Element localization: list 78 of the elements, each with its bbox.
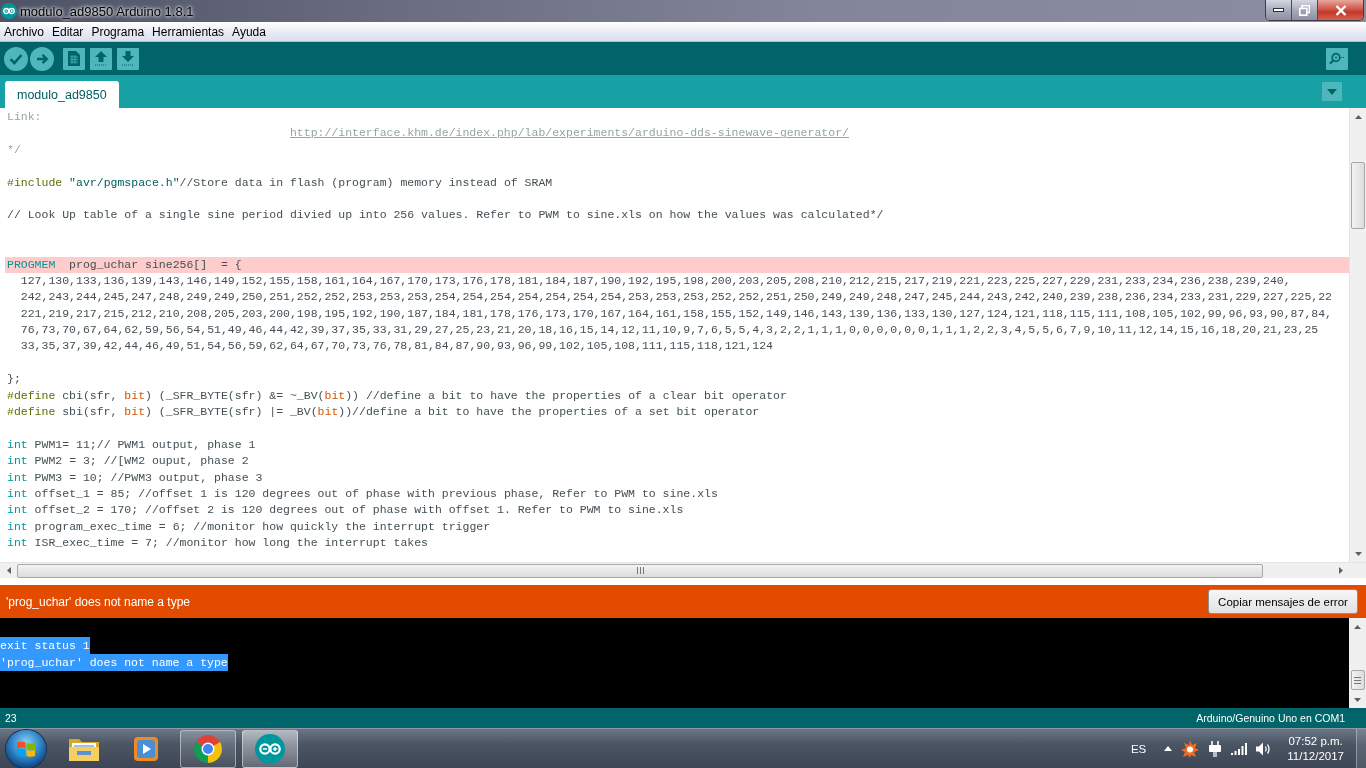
menu-item[interactable]: Archivo bbox=[0, 24, 48, 39]
code-line: int offset_2 = 170; //offset 2 is 120 degrees out of phase with offset 1. Refer to PWM to sine.xls bbox=[6, 502, 685, 519]
play-icon bbox=[133, 735, 159, 762]
verify-button[interactable] bbox=[4, 46, 28, 71]
code-line: 127,130,133,136,139,143,146,149,152,155,158,161,164,167,170,173,176,178,181,184,187,190,192,195,198,200,203,205,208,210,212,215,217,219,221,223,225,227,229,231,233,234,236,238,239,240, bbox=[19, 272, 1292, 289]
error-message: 'prog_uchar' does not name a type bbox=[6, 594, 191, 609]
clock-date[interactable]: 11/12/2017 bbox=[1287, 748, 1344, 764]
code-line: int PWM3 = 10; //PWM3 output, phase 3 bbox=[6, 469, 264, 486]
tab-menu-button[interactable] bbox=[1322, 82, 1342, 101]
arrow-right-icon bbox=[35, 52, 49, 65]
menu-item[interactable]: Ayuda bbox=[228, 24, 270, 39]
caret-down-icon[interactable] bbox=[1354, 697, 1361, 702]
vertical-scrollbar[interactable] bbox=[1349, 618, 1366, 708]
code-line: #include "avr/pgmspace.h"//Store data in flash (program) memory instead of SRAM bbox=[6, 174, 554, 191]
scrollbar-thumb[interactable] bbox=[1351, 162, 1365, 229]
check-icon bbox=[9, 52, 23, 65]
caret-up-icon[interactable] bbox=[1354, 114, 1362, 119]
caret-left-icon[interactable] bbox=[6, 567, 11, 574]
close-icon bbox=[1334, 4, 1347, 16]
starburst-icon[interactable] bbox=[1181, 739, 1200, 758]
new-button[interactable] bbox=[63, 47, 85, 70]
minimize-button[interactable] bbox=[1266, 0, 1292, 20]
code-line: 221,219,217,215,212,210,208,205,203,200,198,195,192,190,187,184,181,178,176,173,170,167,164,161,158,155,152,149,146,143,139,136,133,130,127,124,121,118,115,111,108,105,102,99,96,93,90,87,84, bbox=[19, 305, 1333, 322]
clock-time[interactable]: 07:52 p.m. bbox=[1288, 733, 1343, 749]
code-line: Link: bbox=[6, 109, 43, 125]
segmented-circle-icon bbox=[193, 733, 223, 764]
infinity-logo-icon bbox=[1, 3, 17, 19]
code-line: int program_exec_time = 6; //monitor how quickly the interrupt trigger bbox=[6, 518, 492, 535]
language-indicator[interactable]: ES bbox=[1130, 742, 1147, 755]
code-line: #define sbi(sfr, bit) (_SFR_BYTE(sfr) |= _BV(bit))//define a bit to have the properties of a set bit operator bbox=[6, 404, 761, 421]
caret-right-icon[interactable] bbox=[1338, 567, 1343, 574]
line-number: 23 bbox=[5, 712, 17, 724]
caret-down-icon bbox=[1327, 88, 1337, 95]
arrow-up-icon bbox=[94, 51, 108, 66]
vertical-scrollbar[interactable] bbox=[1349, 108, 1366, 562]
start-button[interactable] bbox=[6, 729, 46, 768]
code-line: 76,73,70,67,64,62,59,56,54,51,49,46,44,42,39,37,35,33,31,29,27,25,23,21,20,18,16,15,14,12,11,10,9,7,6,5,5,4,3,2,2,1,1,1,0,0,0,0,0,0,1,1,1,2,2,3,4,5,5,6,7,9,10,11,12,14,15,16,18,20,21,23,25 bbox=[19, 322, 1320, 339]
code-line: int PWM2 = 3; //[WM2 ouput, phase 2 bbox=[6, 453, 250, 470]
taskbar-button[interactable] bbox=[180, 729, 236, 768]
speaker-icon[interactable] bbox=[1256, 741, 1273, 756]
upload-button[interactable] bbox=[30, 46, 54, 71]
code-line: int PWM1= 11;// PWM1 output, phase 1 bbox=[6, 436, 257, 453]
code-line: }; bbox=[6, 371, 22, 388]
close-button[interactable] bbox=[1318, 0, 1363, 20]
plug-icon[interactable] bbox=[1208, 740, 1223, 757]
menu-item[interactable]: Editar bbox=[48, 24, 88, 39]
signal-bars-icon[interactable] bbox=[1231, 742, 1248, 755]
minimize-icon bbox=[1273, 8, 1284, 12]
window-title: modulo_ad9850 Arduino 1.8.1 bbox=[20, 3, 194, 19]
caret-down-icon[interactable] bbox=[1354, 551, 1362, 556]
save-button[interactable] bbox=[117, 47, 139, 70]
flag-icon bbox=[16, 739, 36, 758]
code-line: int offset_1 = 85; //offset 1 is 120 degrees out of phase with previous phase, Refer to PWM to sine.xls bbox=[6, 486, 719, 502]
scrollbar-thumb[interactable] bbox=[17, 563, 1263, 578]
tab[interactable]: modulo_ad9850 bbox=[5, 81, 119, 108]
code-line: 242,243,244,245,247,248,249,249,250,251,252,252,253,253,253,254,254,254,254,254,254,254,253,253,253,252,252,251,250,249,249,248,247,245,244,243,242,240,239,238,236,234,233,231,229,227,225,22 bbox=[19, 289, 1333, 306]
menu-item[interactable]: Programa bbox=[87, 24, 149, 39]
code-line: // Look Up table of a single sine period divied up into 256 values. Refer to PWM to sine.xls on how the values was calculated*/ bbox=[6, 207, 885, 224]
document-icon bbox=[68, 51, 80, 66]
code-line: */ bbox=[6, 141, 22, 158]
taskbar-button[interactable] bbox=[242, 729, 298, 768]
show-desktop-button[interactable] bbox=[1356, 729, 1366, 768]
code-line: #define cbi(sfr, bit) (_SFR_BYTE(sfr) &= ~_BV(bit)) //define a bit to have the properties of a clear bit operator bbox=[6, 387, 788, 404]
copy-errors-button[interactable]: Copiar mensajes de error bbox=[1208, 589, 1358, 614]
caret-up-icon[interactable] bbox=[1354, 624, 1361, 629]
code-line: 33,35,37,39,42,44,46,49,51,54,56,59,62,64,67,70,73,76,78,81,84,87,90,93,96,99,102,105,108,111,115,118,121,124 bbox=[19, 338, 775, 355]
serial-monitor-button[interactable] bbox=[1326, 47, 1348, 70]
caret-up-icon[interactable] bbox=[1164, 746, 1173, 751]
board-info: Arduino/Genuino Uno en COM1 bbox=[1196, 712, 1345, 724]
menu-item[interactable]: Herramientas bbox=[148, 24, 229, 39]
open-button[interactable] bbox=[90, 47, 112, 70]
code-line: int ISR_exec_time = 7; //monitor how long the interrupt takes bbox=[6, 535, 429, 552]
arrow-down-icon bbox=[121, 51, 135, 66]
restore-button[interactable] bbox=[1292, 0, 1318, 20]
restore-icon bbox=[1299, 4, 1310, 16]
infinity-logo-icon bbox=[255, 733, 285, 764]
magnifier-icon bbox=[1329, 52, 1345, 65]
scrollbar-thumb[interactable] bbox=[1350, 670, 1365, 690]
